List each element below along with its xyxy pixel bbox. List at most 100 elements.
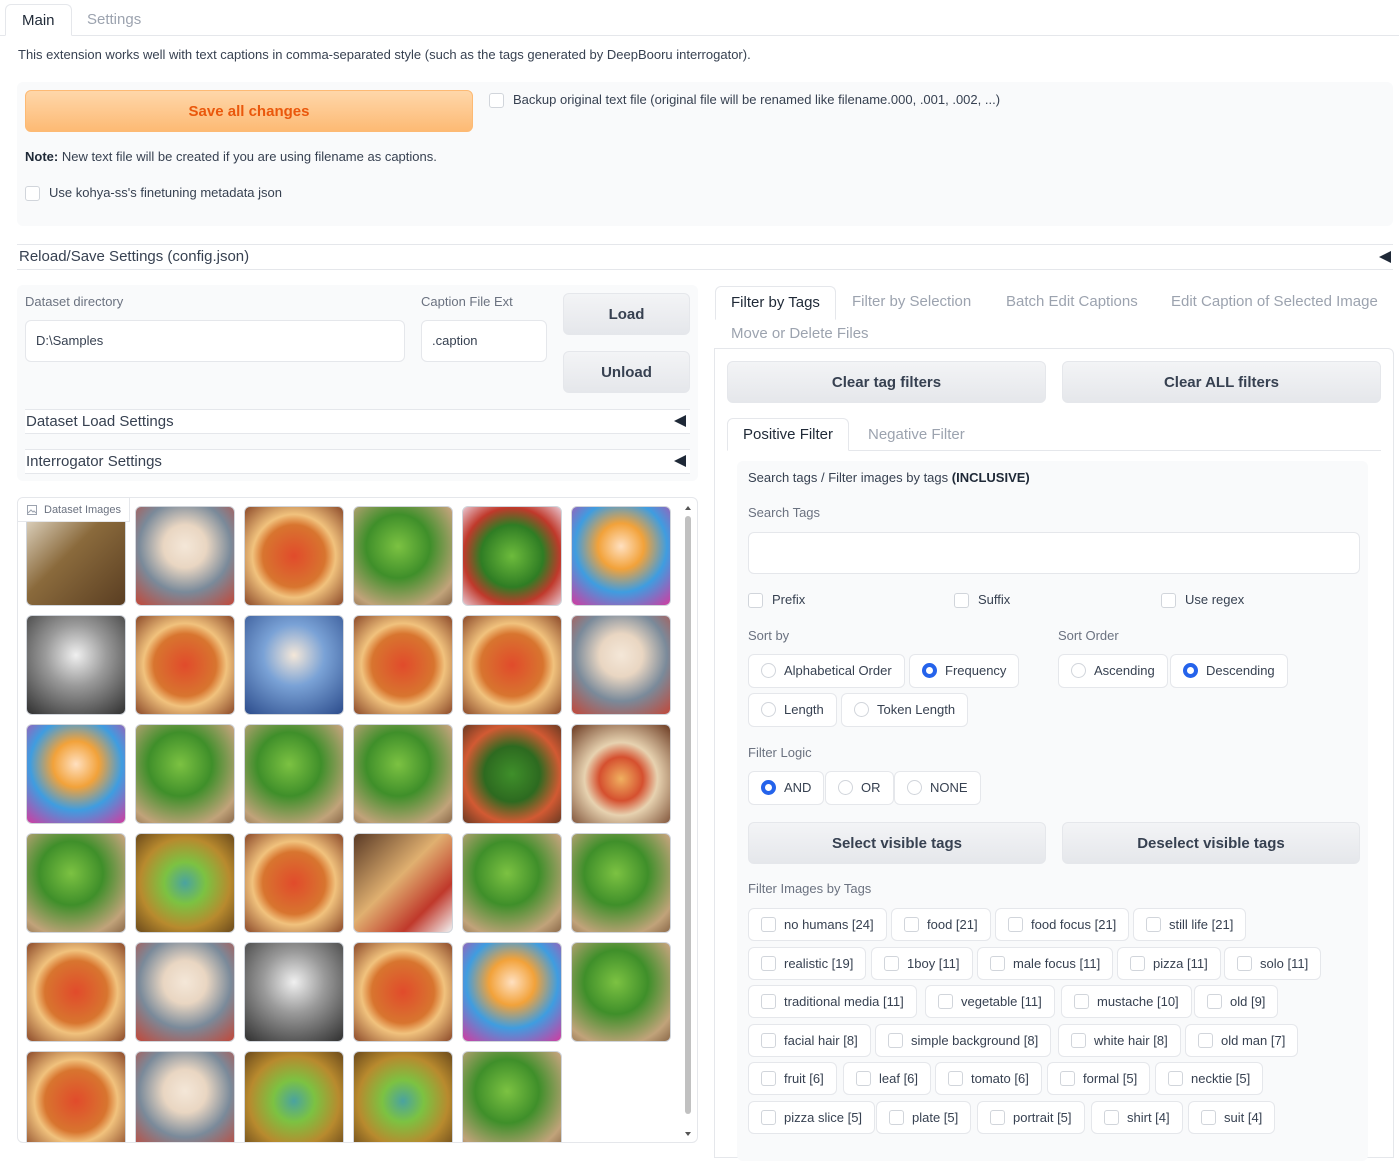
gallery-thumbnail-einstein-blue[interactable] [244,615,344,715]
clear-all-filters-button[interactable]: Clear ALL filters [1062,361,1381,403]
tag-checkbox[interactable] [1207,994,1222,1010]
tag-filter-chip[interactable]: no humans [24] [748,908,887,941]
gallery-thumbnail-pizza[interactable] [353,942,453,1042]
tag-filter-chip[interactable]: food focus [21] [995,908,1130,941]
tag-filter-chip[interactable]: pizza slice [5] [748,1101,876,1134]
tag-checkbox[interactable] [889,1110,904,1126]
gallery-thumbnail-pizza[interactable] [135,615,235,715]
tag-filter-chip[interactable]: old [9] [1194,985,1279,1018]
tag-filter-chip[interactable]: plate [5] [876,1101,972,1134]
tag-filter-chip[interactable]: male focus [11] [977,947,1114,980]
tag-checkbox[interactable] [761,994,776,1010]
gallery-thumbnail-einstein[interactable] [135,942,235,1042]
gallery-thumbnail-einstein-bw[interactable] [244,942,344,1042]
tag-checkbox[interactable] [1074,994,1089,1010]
logic-none-radio[interactable]: NONE [894,771,981,805]
tag-checkbox[interactable] [1198,1033,1213,1049]
gallery-thumbnail-einstein-bw[interactable] [26,615,126,715]
gallery-thumbnail-broccoli[interactable] [244,724,344,824]
tag-checkbox[interactable] [1130,956,1145,972]
gallery-thumbnail-broccoli-frame[interactable] [244,1051,344,1142]
tag-checkbox[interactable] [1237,956,1252,972]
tag-checkbox[interactable] [761,956,776,972]
search-tags-input[interactable] [748,532,1360,574]
tab-main[interactable]: Main [5,4,72,36]
reload-save-settings-accordion[interactable]: Reload/Save Settings (config.json) [17,244,1393,270]
tab-edit-caption-selected[interactable]: Edit Caption of Selected Image [1171,293,1378,310]
tag-filter-chip[interactable]: necktie [5] [1155,1062,1264,1095]
tag-filter-chip[interactable]: white hair [8] [1058,1024,1181,1057]
tag-checkbox[interactable] [761,917,776,933]
suffix-checkbox[interactable] [954,593,969,608]
tag-checkbox[interactable] [761,1033,776,1049]
tag-checkbox[interactable] [948,1071,963,1087]
tag-filter-chip[interactable]: food [21] [891,908,991,941]
tag-filter-chip[interactable]: leaf [6] [843,1062,932,1095]
caption-ext-input[interactable]: .caption [421,320,547,362]
tag-checkbox[interactable] [1104,1110,1119,1126]
save-all-changes-button[interactable]: Save all changes [25,90,473,132]
gallery-thumbnail-broccoli[interactable] [571,942,671,1042]
tag-filter-chip[interactable]: portrait [5] [977,1101,1085,1134]
unload-button[interactable]: Unload [563,351,690,393]
gallery-thumbnail-broccoli[interactable] [135,724,235,824]
interrogator-settings-accordion[interactable]: Interrogator Settings [25,449,690,474]
tag-checkbox[interactable] [1146,917,1161,933]
gallery-thumbnail-broccoli-frame[interactable] [353,1051,453,1142]
tag-filter-chip[interactable]: mustache [10] [1061,985,1192,1018]
gallery-thumbnail-einstein-colorful[interactable] [462,942,562,1042]
tab-move-delete-files[interactable]: Move or Delete Files [731,325,869,342]
tag-filter-chip[interactable]: traditional media [11] [748,985,917,1018]
tab-filter-by-selection[interactable]: Filter by Selection [852,293,971,310]
sort-ascending-radio[interactable]: Ascending [1058,654,1168,688]
tab-batch-edit-captions[interactable]: Batch Edit Captions [1006,293,1138,310]
tag-filter-chip[interactable]: tomato [6] [935,1062,1042,1095]
gallery-thumbnail-pizza[interactable] [244,833,344,933]
tab-filter-by-tags[interactable]: Filter by Tags [715,286,836,320]
clear-tag-filters-button[interactable]: Clear tag filters [727,361,1046,403]
tag-checkbox[interactable] [1168,1071,1183,1087]
tag-filter-chip[interactable]: solo [11] [1224,947,1322,980]
gallery-thumbnail-broccoli[interactable] [26,833,126,933]
tag-filter-chip[interactable]: shirt [4] [1091,1101,1183,1134]
tag-checkbox[interactable] [856,1071,871,1087]
tag-checkbox[interactable] [938,994,953,1010]
tag-checkbox[interactable] [904,917,919,933]
tab-settings[interactable]: Settings [71,4,157,36]
tag-filter-chip[interactable]: formal [5] [1047,1062,1151,1095]
tab-positive-filter[interactable]: Positive Filter [727,418,850,451]
tag-filter-chip[interactable]: realistic [19] [748,947,867,980]
gallery-thumbnail-einstein[interactable] [135,1051,235,1142]
gallery-thumbnail-broccoli-pizza[interactable] [462,724,562,824]
scroll-down-icon[interactable] [683,1130,693,1138]
sort-token-length-radio[interactable]: Token Length [841,693,969,727]
gallery-thumbnail-broccoli[interactable] [462,1051,562,1142]
gallery-thumbnail-pizza[interactable] [26,942,126,1042]
gallery-thumbnail-pizza-slices[interactable] [353,833,453,933]
gallery-thumbnail-pizza[interactable] [462,615,562,715]
tag-checkbox[interactable] [1008,917,1023,933]
tab-negative-filter[interactable]: Negative Filter [868,426,965,443]
deselect-visible-tags-button[interactable]: Deselect visible tags [1062,822,1360,864]
tag-checkbox[interactable] [884,956,899,972]
gallery-thumbnail-einstein[interactable] [571,615,671,715]
dataset-load-settings-accordion[interactable]: Dataset Load Settings [25,409,690,434]
gallery-thumbnail-broccoli[interactable] [571,833,671,933]
scroll-up-icon[interactable] [683,504,693,512]
logic-and-radio[interactable]: AND [748,771,825,805]
gallery-thumbnail-broccoli[interactable] [353,506,453,606]
tag-filter-chip[interactable]: vegetable [11] [925,985,1055,1018]
tag-checkbox[interactable] [990,1110,1005,1126]
tag-checkbox[interactable] [1060,1071,1075,1087]
gallery-thumbnail-broccoli-frame[interactable] [135,833,235,933]
load-button[interactable]: Load [563,293,690,335]
tag-filter-chip[interactable]: old man [7] [1185,1024,1299,1057]
gallery-thumbnail-pizza-painting[interactable] [571,724,671,824]
tag-filter-chip[interactable]: pizza [11] [1117,947,1221,980]
tag-filter-chip[interactable]: still life [21] [1133,908,1247,941]
backup-checkbox[interactable] [489,93,504,108]
gallery-thumbnail-pizza[interactable] [244,506,344,606]
tag-filter-chip[interactable]: suit [4] [1188,1101,1276,1134]
dataset-directory-input[interactable]: D:\Samples [25,320,405,362]
gallery-thumbnail-broccoli[interactable] [462,833,562,933]
